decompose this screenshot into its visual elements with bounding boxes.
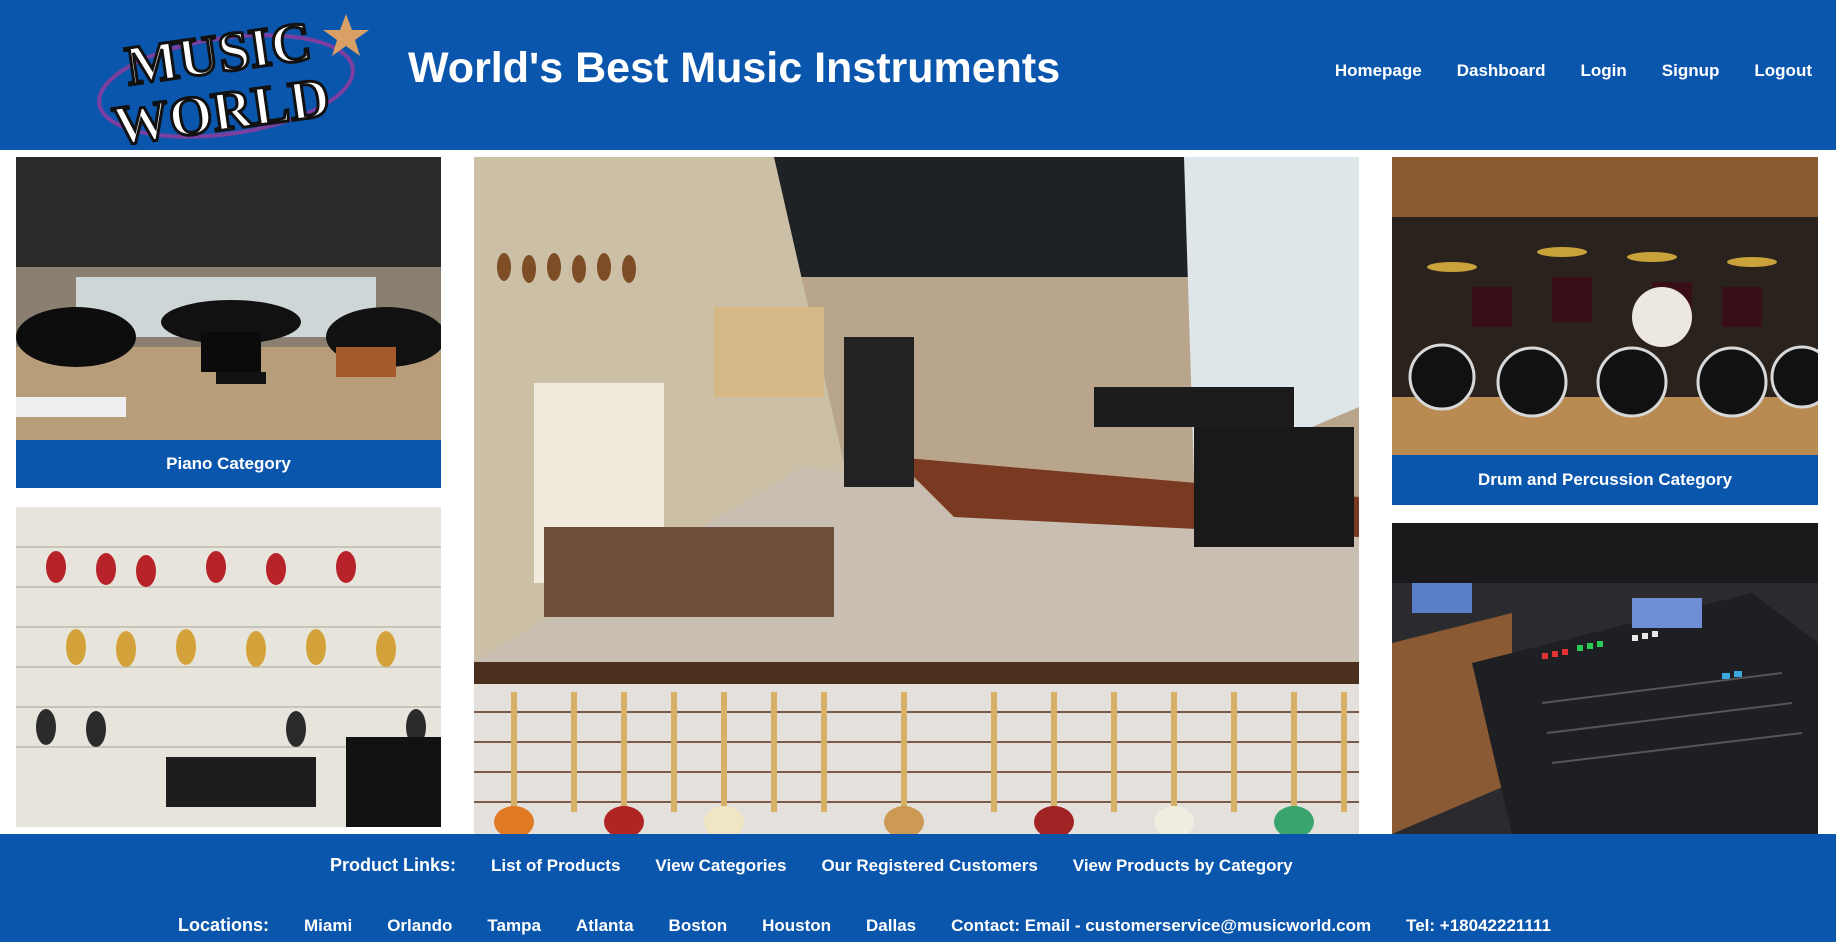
location-boston[interactable]: Boston	[669, 916, 728, 936]
main-nav: Homepage Dashboard Login Signup Logout	[1335, 61, 1812, 81]
contact-phone: Tel: +18042221111	[1406, 915, 1551, 935]
nav-signup[interactable]: Signup	[1662, 61, 1720, 81]
guitar-category-image[interactable]	[16, 507, 441, 827]
locations-label: Locations:	[178, 915, 270, 935]
music-world-logo[interactable]: MUSIC WORLD	[96, 4, 376, 160]
guitar-wall-image	[474, 662, 1359, 834]
piano-category-caption[interactable]: Piano Category	[16, 440, 441, 488]
footer-link-list-of-products[interactable]: List of Products	[491, 856, 620, 876]
locations-row: Locations: Miami Orlando Tampa Atlanta B…	[178, 915, 1551, 936]
piano-category-label: Piano Category	[166, 454, 291, 473]
nav-login[interactable]: Login	[1581, 61, 1627, 81]
location-tampa[interactable]: Tampa	[487, 916, 541, 936]
location-atlanta[interactable]: Atlanta	[576, 916, 634, 936]
store-interior-image	[474, 157, 1359, 662]
site-header: MUSIC WORLD World's Best Music Instrumen…	[0, 0, 1836, 160]
audio-mixer-image[interactable]	[1392, 523, 1818, 834]
piano-category-image[interactable]	[16, 157, 441, 440]
product-links-row: Product Links: List of Products View Cat…	[330, 855, 1293, 876]
location-houston[interactable]: Houston	[762, 916, 831, 936]
drum-category-image[interactable]	[1392, 157, 1818, 455]
page-title: World's Best Music Instruments	[408, 44, 1061, 92]
drum-category-caption[interactable]: Drum and Percussion Category	[1392, 455, 1818, 505]
footer-link-registered-customers[interactable]: Our Registered Customers	[821, 856, 1037, 876]
site-footer: Product Links: List of Products View Cat…	[0, 834, 1836, 942]
nav-logout[interactable]: Logout	[1754, 61, 1812, 81]
location-orlando[interactable]: Orlando	[387, 916, 452, 936]
footer-link-products-by-category[interactable]: View Products by Category	[1073, 856, 1293, 876]
nav-homepage[interactable]: Homepage	[1335, 61, 1422, 81]
nav-dashboard[interactable]: Dashboard	[1457, 61, 1546, 81]
product-links-label: Product Links:	[330, 855, 457, 875]
location-miami[interactable]: Miami	[304, 916, 352, 936]
location-dallas[interactable]: Dallas	[866, 916, 916, 936]
drum-category-label: Drum and Percussion Category	[1477, 470, 1733, 489]
contact-email: Contact: Email - customerservice@musicwo…	[951, 915, 1372, 935]
footer-link-view-categories[interactable]: View Categories	[655, 856, 786, 876]
